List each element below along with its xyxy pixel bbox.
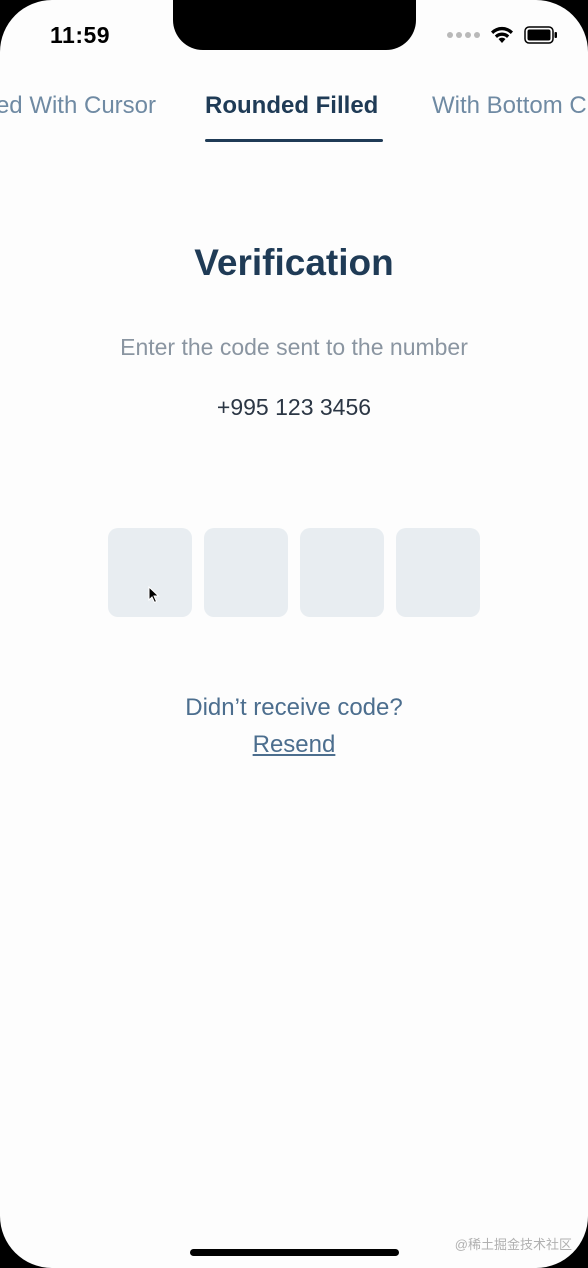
instruction-text: Enter the code sent to the number <box>120 334 468 360</box>
mouse-pointer-icon <box>148 585 160 609</box>
battery-icon <box>524 26 558 44</box>
active-tab-indicator <box>205 139 383 142</box>
home-indicator[interactable] <box>190 1249 399 1256</box>
status-icons <box>447 26 558 44</box>
page-title: Verification <box>194 242 394 283</box>
code-digit-3[interactable] <box>300 528 384 617</box>
wifi-icon <box>490 26 514 44</box>
watermark: @稀土掘金技术社区 <box>454 1237 572 1252</box>
signal-icon <box>447 32 480 38</box>
resend-link[interactable]: Resend <box>0 731 588 759</box>
code-digit-4[interactable] <box>396 528 480 617</box>
tab-filled-with-cursor[interactable]: Filled With Cursor <box>0 92 156 120</box>
phone-number: +995 123 3456 <box>216 394 372 420</box>
tab-rounded-filled[interactable]: Rounded Filled <box>205 92 378 120</box>
tab-with-bottom-cursor[interactable]: With Bottom Cursor <box>432 92 588 120</box>
resend-prompt: Didn’t receive code? <box>185 694 403 721</box>
status-time: 11:59 <box>50 22 111 48</box>
phone-screen: 11:59 Filled With Cursor Rounded Filled … <box>0 0 588 1268</box>
code-digit-2[interactable] <box>204 528 288 617</box>
tab-bar: Filled With Cursor Rounded Filled With B… <box>0 88 588 148</box>
notch <box>173 0 416 50</box>
code-input-group <box>108 528 480 617</box>
